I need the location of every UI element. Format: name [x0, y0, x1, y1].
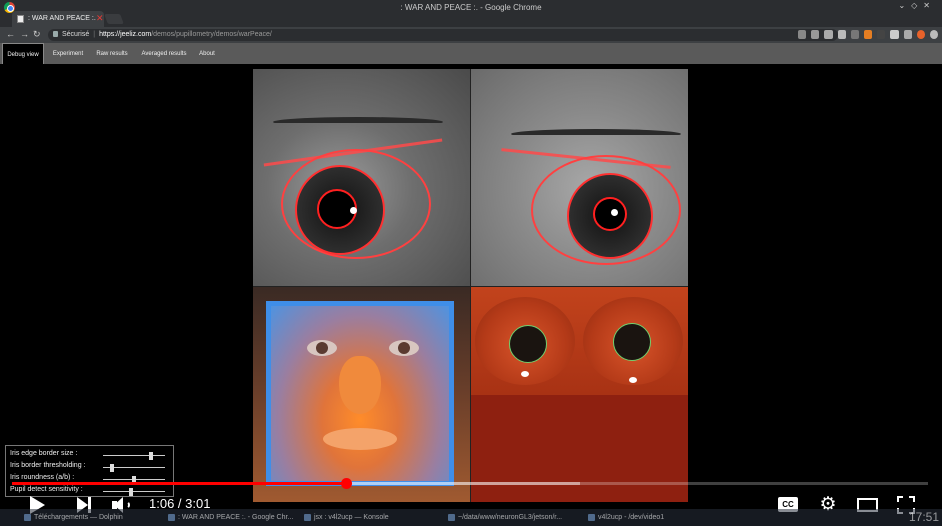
orange-extension-icon[interactable] — [863, 30, 873, 39]
reload-icon[interactable]: ↻ — [33, 29, 41, 40]
address-bar[interactable]: Sécurisé | https://jeeliz.com/demos/pupill… — [48, 29, 838, 41]
new-tab-button[interactable] — [104, 14, 124, 24]
tab-averaged-results[interactable]: Averaged results — [136, 43, 192, 64]
small-right-eye — [583, 297, 683, 385]
profile-avatar-icon[interactable] — [929, 30, 939, 39]
played-bar — [12, 482, 346, 485]
forward-icon[interactable]: → — [20, 29, 29, 39]
tab-debug-view[interactable]: Debug view — [2, 43, 44, 64]
small-left-eye — [475, 297, 575, 385]
dark-extension-icon[interactable] — [877, 30, 886, 39]
url-path: /demos/pupillometry/demos/warPeace/ — [151, 31, 272, 38]
browser-titlebar: : WAR AND PEACE :. ✕ : WAR AND PEACE :. … — [0, 0, 942, 27]
tab-raw-results[interactable]: Raw results — [90, 43, 134, 64]
browser-toolbar: ← → ↻ Sécurisé | https://jeeliz.com/demos/… — [0, 27, 942, 43]
iris-border-threshold-slider[interactable] — [103, 464, 165, 472]
pupil — [593, 197, 627, 231]
face-tracking-view — [253, 287, 470, 502]
tab-about[interactable]: About — [192, 43, 222, 64]
debug-empty-view — [471, 395, 688, 502]
taskbar-item[interactable]: ~/data/www/neuronGL3/jetson/r... — [446, 511, 580, 524]
iris-edge-border-slider[interactable] — [103, 452, 165, 460]
pupil-sensitivity-slider[interactable] — [103, 488, 165, 496]
extension-icons — [798, 30, 939, 40]
os-taskbar: Téléchargements — Dolphin : WAR AND PEAC… — [0, 509, 942, 526]
slider-label: Iris roundness (a/b) : — [10, 474, 75, 481]
taskbar-item[interactable]: jsx : v4l2ucp — Konsole — [302, 511, 412, 524]
eyebrow — [511, 129, 681, 139]
slider-thumb[interactable] — [149, 452, 153, 460]
left-eye-closeup — [253, 69, 470, 286]
face-detection-box — [266, 301, 454, 486]
right-eye-closeup — [471, 69, 688, 286]
corneal-glint — [350, 207, 357, 214]
page-nav-tabs: Debug view Experiment Raw results Averag… — [0, 43, 942, 64]
slider-thumb[interactable] — [110, 464, 114, 472]
minimize-icon[interactable]: ⌄ — [898, 1, 911, 10]
back-icon[interactable]: ← — [6, 29, 15, 39]
lock-icon — [53, 31, 58, 37]
slider-label: Iris edge border size : — [10, 450, 78, 457]
small-left-iris — [509, 325, 547, 363]
slider-label: Pupil detect sensitivity : — [10, 486, 83, 493]
chat-extension-icon[interactable] — [890, 30, 899, 39]
red-extension-icon[interactable] — [916, 30, 925, 39]
video-progress-bar[interactable] — [12, 478, 928, 489]
zoom-icon[interactable] — [824, 30, 833, 39]
device-extension-icon[interactable] — [903, 30, 912, 39]
small-left-glint — [521, 371, 529, 377]
eyebrow — [273, 117, 443, 127]
cast-icon[interactable] — [798, 30, 807, 39]
taskbar-item[interactable]: Téléchargements — Dolphin — [22, 511, 142, 524]
debug-video-canvas — [253, 69, 688, 502]
close-tab-icon[interactable]: ✕ — [96, 13, 104, 24]
slider-label: Iris border thresholding : — [10, 462, 86, 469]
window-controls[interactable]: ⌄◇✕ — [898, 1, 936, 10]
settings-slider-panel: Iris edge border size : Iris border thre… — [5, 445, 174, 497]
secure-label: Sécurisé — [62, 31, 90, 38]
browser-tab-title: : WAR AND PEACE :. — [28, 15, 96, 22]
close-window-icon[interactable]: ✕ — [923, 1, 936, 10]
restore-icon[interactable]: ◇ — [911, 1, 923, 10]
tab-experiment[interactable]: Experiment — [46, 43, 90, 64]
taskbar-item[interactable]: v4l2ucp - /dev/video1 — [586, 511, 696, 524]
bookmark-star-icon[interactable] — [837, 30, 846, 39]
browser-tab[interactable]: : WAR AND PEACE :. ✕ — [12, 11, 104, 27]
scrubber-knob[interactable] — [341, 478, 352, 489]
taskbar-item[interactable]: : WAR AND PEACE :. - Google Chr... — [166, 511, 296, 524]
small-right-iris — [613, 323, 651, 361]
small-right-glint — [629, 377, 637, 383]
eye-pair-view — [471, 287, 688, 395]
slider-thumb[interactable] — [129, 488, 133, 496]
face-nose — [339, 356, 381, 414]
slider-row-iris-threshold: Iris border thresholding : — [10, 462, 172, 474]
page-favicon-icon — [17, 15, 24, 23]
extension-icon[interactable] — [811, 30, 820, 39]
face-right-eye — [389, 340, 419, 356]
url-host: https://jeeliz.com — [99, 31, 152, 38]
face-left-eye — [307, 340, 337, 356]
taskbar-clock: 17:51 — [908, 510, 939, 524]
face-mouth — [323, 428, 397, 450]
slider-row-iris-edge: Iris edge border size : — [10, 450, 172, 462]
url-separator: | — [93, 31, 96, 38]
window-title: : WAR AND PEACE :. - Google Chrome — [400, 3, 542, 12]
pen-extension-icon[interactable] — [850, 30, 859, 39]
iris-roundness-slider[interactable] — [103, 476, 165, 484]
corneal-glint — [611, 209, 618, 216]
